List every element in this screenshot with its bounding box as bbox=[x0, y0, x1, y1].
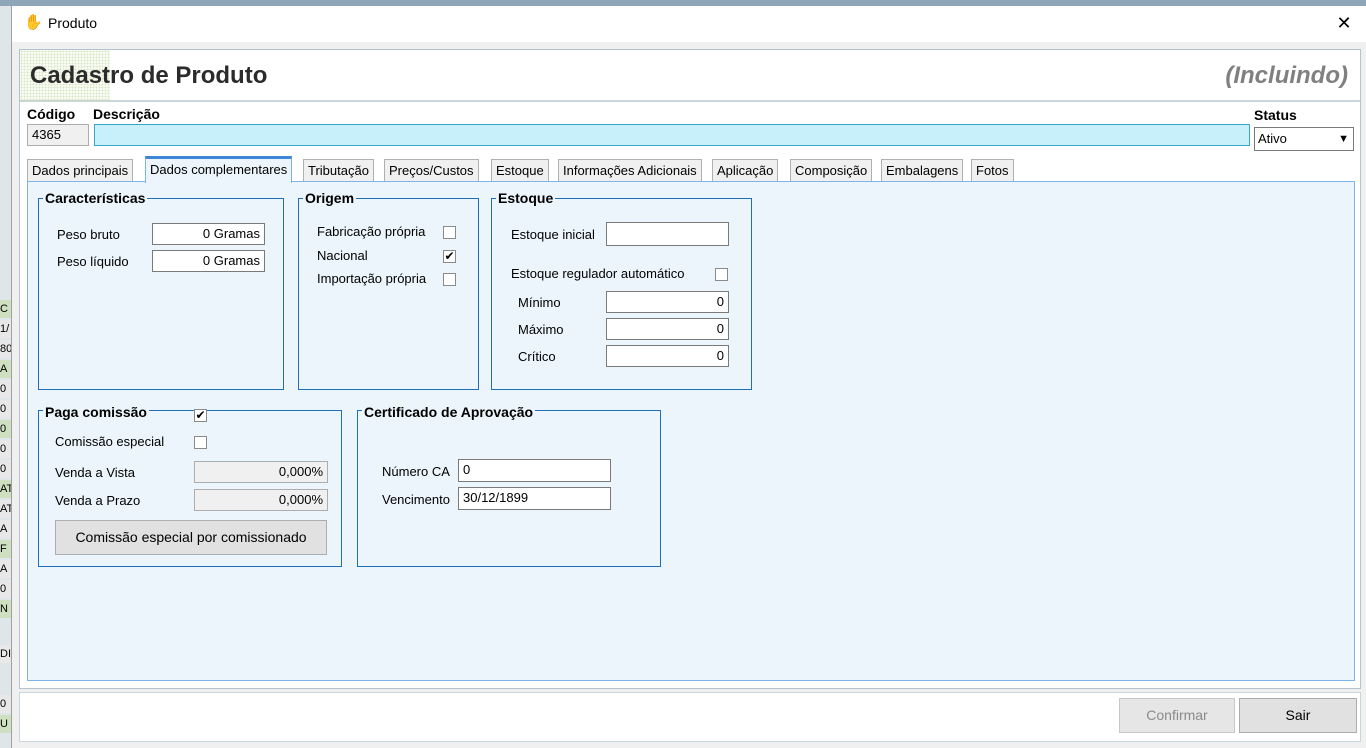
caracteristicas-title: Características bbox=[43, 190, 148, 206]
fabricacao-propria-label: Fabricação própria bbox=[317, 224, 426, 239]
tab-label: Preços/Custos bbox=[389, 163, 474, 178]
venda-prazo-field[interactable]: 0,000% bbox=[194, 489, 328, 511]
comissao-especial-checkbox[interactable] bbox=[194, 436, 207, 449]
estoque-regulador-label: Estoque regulador automático bbox=[511, 266, 685, 281]
header-band: Cadastro de Produto (Incluindo) bbox=[20, 50, 1360, 102]
numero-ca-field[interactable]: 0 bbox=[458, 459, 611, 482]
nacional-label: Nacional bbox=[317, 248, 368, 263]
importacao-propria-label: Importação própria bbox=[317, 271, 427, 286]
peso-liquido-label: Peso líquido bbox=[57, 254, 129, 269]
tab-composicao[interactable]: Composição bbox=[790, 159, 873, 182]
page-title: Cadastro de Produto bbox=[30, 62, 268, 89]
tab-panel-dados-complementares: Características Peso bruto 0 Gramas Peso… bbox=[27, 181, 1355, 681]
status-label: Status bbox=[1254, 107, 1297, 123]
tab-precos-custos[interactable]: Preços/Custos bbox=[384, 159, 479, 182]
close-button[interactable]: ✕ bbox=[1321, 6, 1366, 42]
tab-dados-principais[interactable]: Dados principais bbox=[27, 159, 134, 182]
codigo-label: Código bbox=[27, 106, 76, 122]
peso-liquido-field[interactable]: 0 Gramas bbox=[152, 250, 265, 272]
critico-label: Crítico bbox=[518, 349, 556, 364]
vencimento-label: Vencimento bbox=[382, 492, 450, 507]
tab-label: Aplicação bbox=[717, 163, 774, 178]
peso-bruto-label: Peso bruto bbox=[57, 227, 120, 242]
title-bar: ✋ Produto ✕ bbox=[12, 6, 1366, 42]
confirmar-button[interactable]: Confirmar bbox=[1119, 698, 1235, 733]
paga-comissao-checkbox[interactable]: ✔ bbox=[194, 409, 207, 422]
estoque-inicial-field[interactable] bbox=[606, 222, 729, 246]
estoque-group: Estoque Estoque inicial Estoque regulado… bbox=[491, 190, 752, 390]
tab-label: Fotos bbox=[976, 163, 1009, 178]
chevron-down-icon: ▼ bbox=[1338, 133, 1349, 145]
status-value: Ativo bbox=[1258, 131, 1287, 146]
paga-comissao-title: Paga comissão bbox=[43, 404, 149, 420]
comissao-especial-comissionado-button[interactable]: Comissão especial por comissionado bbox=[55, 520, 327, 555]
tab-label: Dados complementares bbox=[150, 162, 288, 177]
caracteristicas-group: Características Peso bruto 0 Gramas Peso… bbox=[38, 190, 284, 390]
venda-vista-label: Venda a Vista bbox=[55, 465, 135, 480]
nacional-checkbox[interactable]: ✔ bbox=[443, 250, 456, 263]
fabricacao-propria-checkbox[interactable] bbox=[443, 226, 456, 239]
critico-field[interactable]: 0 bbox=[606, 345, 729, 367]
tab-embalagens[interactable]: Embalagens bbox=[881, 159, 964, 182]
numero-ca-label: Número CA bbox=[382, 464, 450, 479]
minimo-field[interactable]: 0 bbox=[606, 291, 729, 313]
tab-informacoes-adicionais[interactable]: Informações Adicionais bbox=[558, 159, 702, 182]
sair-button[interactable]: Sair bbox=[1239, 698, 1357, 733]
estoque-regulador-checkbox[interactable] bbox=[715, 268, 728, 281]
tab-label: Embalagens bbox=[886, 163, 959, 178]
footer-bar: Confirmar Sair bbox=[19, 692, 1361, 742]
importacao-propria-checkbox[interactable] bbox=[443, 273, 456, 286]
tab-label: Tributação bbox=[308, 163, 369, 178]
maximo-label: Máximo bbox=[518, 322, 564, 337]
venda-vista-field[interactable]: 0,000% bbox=[194, 461, 328, 483]
tab-tributacao[interactable]: Tributação bbox=[303, 159, 374, 182]
estoque-inicial-label: Estoque inicial bbox=[511, 227, 595, 242]
tab-label: Estoque bbox=[496, 163, 544, 178]
tab-dados-complementares[interactable]: Dados complementares bbox=[145, 156, 293, 183]
tab-label: Informações Adicionais bbox=[563, 163, 697, 178]
estoque-title: Estoque bbox=[496, 190, 556, 206]
descricao-label: Descrição bbox=[93, 106, 160, 122]
tab-label: Composição bbox=[795, 163, 868, 178]
origem-group: Origem Fabricação própria Nacional ✔ Imp… bbox=[298, 190, 479, 390]
tab-fotos[interactable]: Fotos bbox=[971, 159, 1014, 182]
mode-label: (Incluindo) bbox=[1225, 62, 1348, 89]
descricao-field[interactable] bbox=[94, 124, 1250, 146]
codigo-field[interactable]: 4365 bbox=[27, 124, 89, 146]
peso-bruto-field[interactable]: 0 Gramas bbox=[152, 223, 265, 245]
tab-aplicacao[interactable]: Aplicação bbox=[712, 159, 779, 182]
window-title: Produto bbox=[48, 15, 98, 31]
status-select[interactable]: Ativo ▼ bbox=[1254, 127, 1354, 151]
origem-title: Origem bbox=[303, 190, 357, 206]
certificado-title: Certificado de Aprovação bbox=[362, 404, 536, 420]
hand-icon: ✋ bbox=[24, 14, 43, 31]
comissao-group: Paga comissão ✔ Comissão especial Venda … bbox=[38, 404, 342, 567]
tab-estoque[interactable]: Estoque bbox=[491, 159, 549, 182]
tab-label: Dados principais bbox=[32, 163, 129, 178]
comissao-especial-label: Comissão especial bbox=[55, 434, 165, 449]
maximo-field[interactable]: 0 bbox=[606, 318, 729, 340]
form-container: Cadastro de Produto (Incluindo) Código 4… bbox=[19, 49, 1361, 689]
minimo-label: Mínimo bbox=[518, 295, 561, 310]
vencimento-field[interactable]: 30/12/1899 bbox=[458, 487, 611, 510]
venda-prazo-label: Venda a Prazo bbox=[55, 493, 141, 508]
certificado-group: Certificado de Aprovação Número CA 0 Ven… bbox=[357, 404, 661, 567]
produto-dialog: ✋ Produto ✕ Cadastro de Produto (Incluin… bbox=[11, 6, 1366, 748]
